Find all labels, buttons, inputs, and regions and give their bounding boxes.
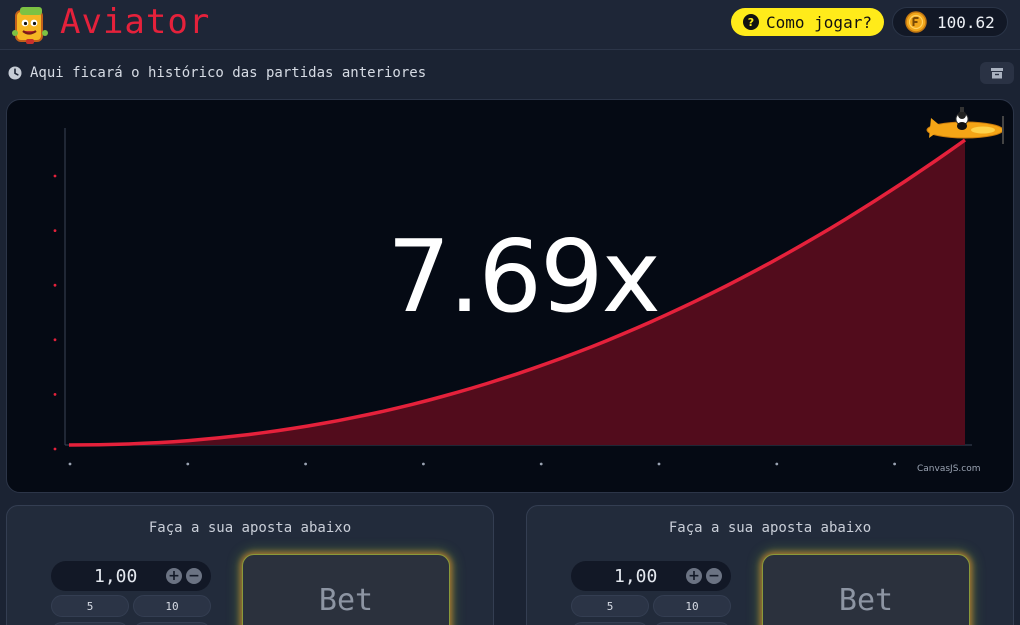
y-axis-tick	[53, 229, 57, 233]
archive-icon	[991, 68, 1003, 79]
x-axis-tick	[893, 462, 896, 466]
balance-display: 100.62	[892, 7, 1008, 37]
y-axis-tick	[53, 283, 57, 287]
history-bar: Aqui ficará o histórico das partidas ant…	[8, 62, 426, 84]
how-to-play-label: Como jogar?	[766, 12, 872, 32]
minus-icon[interactable]: −	[706, 568, 722, 584]
game-chart: 7.69x CanvasJS.com	[6, 99, 1014, 493]
history-toggle-button[interactable]	[980, 62, 1014, 84]
bet-button[interactable]: Bet	[762, 554, 970, 625]
x-axis-tick	[775, 462, 779, 466]
x-axis-tick	[68, 462, 72, 466]
balance-value: 100.62	[937, 12, 995, 32]
plus-icon[interactable]: +	[686, 568, 702, 584]
question-icon: ?	[743, 14, 759, 30]
bet-panel-title: Faça a sua aposta abaixo	[148, 520, 352, 536]
bet-panel-title: Faça a sua aposta abaixo	[668, 520, 872, 536]
bet-button[interactable]: Bet	[242, 554, 450, 625]
y-axis-tick	[53, 393, 57, 396]
x-axis-tick	[186, 462, 190, 466]
quick-amount-button[interactable]: 10	[653, 595, 731, 617]
history-text: Aqui ficará o histórico das partidas ant…	[30, 65, 427, 81]
quick-amount-button[interactable]: 10	[133, 595, 211, 617]
quick-amount-button[interactable]: 5	[51, 595, 129, 617]
chart-credit: CanvasJS.com	[917, 464, 981, 474]
coin-icon	[905, 11, 927, 33]
how-to-play-button[interactable]: ? Como jogar?	[731, 8, 884, 36]
plus-icon[interactable]: +	[166, 568, 182, 584]
bet-button-label: Bet	[318, 583, 374, 618]
bet-button-label: Bet	[838, 583, 894, 618]
bet-panel-1: Faça a sua aposta abaixo 1,00 + − 5 10 B…	[6, 505, 494, 625]
app-title: Aviator	[60, 2, 211, 42]
y-axis-tick	[53, 338, 57, 342]
quick-amount-button[interactable]: 5	[571, 595, 649, 617]
bet-amount-input[interactable]: 1,00 + −	[571, 561, 731, 591]
top-bar: Aviator ? Como jogar? 100.62	[0, 0, 1020, 50]
minus-icon[interactable]: −	[186, 568, 202, 584]
bet-amount-input[interactable]: 1,00 + −	[51, 561, 211, 591]
mascot-logo-icon	[12, 7, 48, 44]
x-axis-tick	[304, 462, 307, 466]
bet-amount-value: 1,00	[614, 566, 658, 587]
multiplier-value: 7.69x	[387, 218, 661, 335]
airplane-icon	[926, 107, 1004, 144]
clock-icon	[8, 66, 22, 80]
bet-panel-2: Faça a sua aposta abaixo 1,00 + − 5 10 B…	[526, 505, 1014, 625]
x-axis-tick	[422, 462, 425, 466]
x-axis-tick	[539, 462, 543, 466]
x-axis-tick	[657, 462, 661, 466]
y-axis-tick	[53, 174, 57, 178]
y-axis-tick	[53, 447, 57, 451]
bet-amount-value: 1,00	[94, 566, 138, 587]
